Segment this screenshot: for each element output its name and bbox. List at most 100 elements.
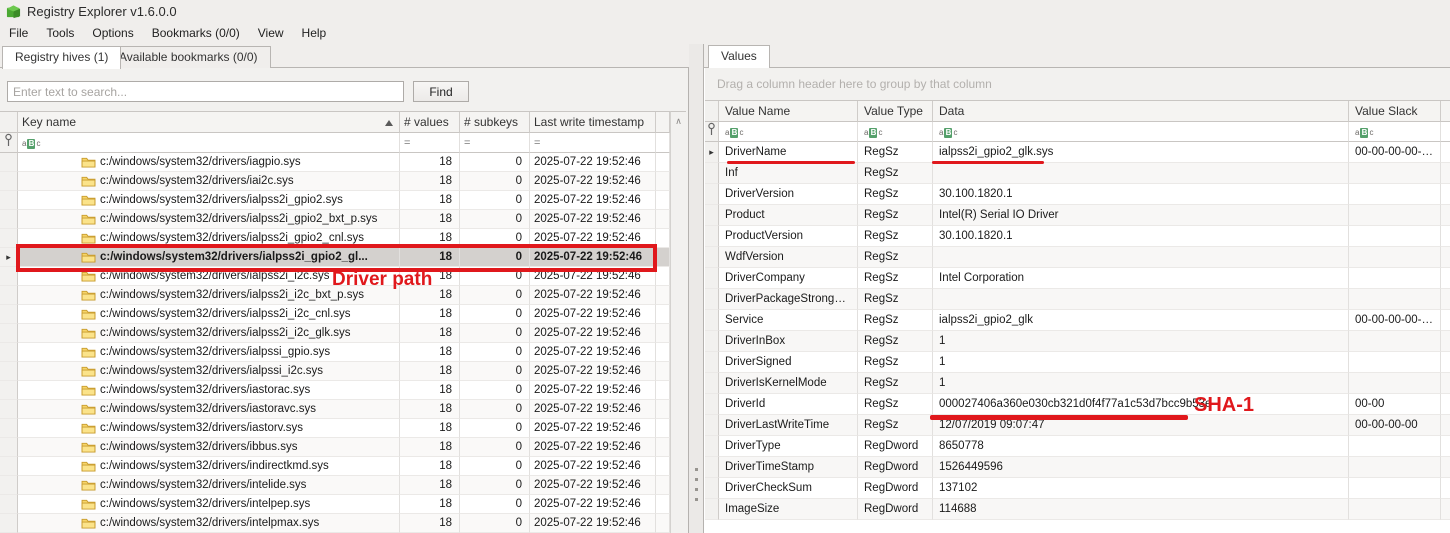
key-name-cell[interactable]: c:/windows/system32/drivers/ialpss2i_gpi… — [18, 248, 400, 267]
value-row[interactable]: DriverTimeStampRegDword1526449596 — [705, 457, 1450, 478]
value-row[interactable]: WdfVersionRegSz — [705, 247, 1450, 268]
value-row[interactable]: ServiceRegSzialpss2i_gpio2_glk00-00-00-0… — [705, 310, 1450, 331]
menu-item-bookmarks[interactable]: Bookmarks (0/0) — [143, 24, 249, 42]
data-cell[interactable]: 1 — [933, 331, 1349, 352]
value-name-cell[interactable]: DriverInBox — [719, 331, 858, 352]
num-subkeys-cell[interactable]: 0 — [460, 457, 530, 476]
value-row[interactable]: DriverIsKernelModeRegSz1 — [705, 373, 1450, 394]
menu-item-options[interactable]: Options — [83, 24, 142, 42]
num-subkeys-cell[interactable]: 0 — [460, 286, 530, 305]
value-name-cell[interactable]: Service — [719, 310, 858, 331]
value-slack-cell[interactable] — [1349, 457, 1441, 478]
data-cell[interactable]: 12/07/2019 09:07:47 — [933, 415, 1349, 436]
data-cell[interactable]: Intel Corporation — [933, 268, 1349, 289]
col-num-values[interactable]: # values — [400, 112, 460, 133]
key-name-cell[interactable]: c:/windows/system32/drivers/intelide.sys — [18, 476, 400, 495]
num-values-cell[interactable]: 18 — [400, 457, 460, 476]
num-values-cell[interactable]: 18 — [400, 419, 460, 438]
menu-item-view[interactable]: View — [249, 24, 293, 42]
filter-data[interactable]: aBc — [933, 122, 1349, 142]
last-write-cell[interactable]: 2025-07-22 19:52:46 — [530, 324, 656, 343]
value-slack-cell[interactable] — [1349, 184, 1441, 205]
tree-row[interactable]: c:/windows/system32/drivers/ialpss2i_gpi… — [0, 191, 670, 210]
data-cell[interactable]: 1526449596 — [933, 457, 1349, 478]
tree-row[interactable]: c:/windows/system32/drivers/ialpssi_gpio… — [0, 343, 670, 362]
value-name-cell[interactable]: DriverVersion — [719, 184, 858, 205]
key-name-cell[interactable]: c:/windows/system32/drivers/ialpssi_gpio… — [18, 343, 400, 362]
value-row[interactable]: DriverInBoxRegSz1 — [705, 331, 1450, 352]
value-name-cell[interactable]: DriverTimeStamp — [719, 457, 858, 478]
value-name-cell[interactable]: DriverType — [719, 436, 858, 457]
key-name-cell[interactable]: c:/windows/system32/drivers/ialpss2i_gpi… — [18, 210, 400, 229]
num-values-cell[interactable]: 18 — [400, 153, 460, 172]
search-input[interactable] — [7, 81, 404, 102]
key-name-cell[interactable]: c:/windows/system32/drivers/iagpio.sys — [18, 153, 400, 172]
panel-splitter[interactable] — [689, 44, 704, 533]
last-write-cell[interactable]: 2025-07-22 19:52:46 — [530, 514, 656, 533]
value-row[interactable]: InfRegSz — [705, 163, 1450, 184]
last-write-cell[interactable]: 2025-07-22 19:52:46 — [530, 267, 656, 286]
value-slack-cell[interactable] — [1349, 478, 1441, 499]
value-row[interactable]: DriverIdRegSz000027406a360e030cb321d0f4f… — [705, 394, 1450, 415]
value-slack-cell[interactable] — [1349, 268, 1441, 289]
last-write-cell[interactable]: 2025-07-22 19:52:46 — [530, 229, 656, 248]
num-subkeys-cell[interactable]: 0 — [460, 476, 530, 495]
value-slack-cell[interactable] — [1349, 163, 1441, 184]
data-cell[interactable]: 114688 — [933, 499, 1349, 520]
value-row[interactable]: ProductVersionRegSz30.100.1820.1 — [705, 226, 1450, 247]
data-cell[interactable]: 30.100.1820.1 — [933, 226, 1349, 247]
value-name-cell[interactable]: DriverSigned — [719, 352, 858, 373]
value-type-cell[interactable]: RegSz — [858, 205, 933, 226]
value-type-cell[interactable]: RegSz — [858, 163, 933, 184]
tree-row-selected[interactable]: ▸c:/windows/system32/drivers/ialpss2i_gp… — [0, 248, 670, 267]
filter-value-type[interactable]: aBc — [858, 122, 933, 142]
value-name-cell[interactable]: WdfVersion — [719, 247, 858, 268]
value-name-cell[interactable]: Product — [719, 205, 858, 226]
menu-item-help[interactable]: Help — [293, 24, 336, 42]
num-subkeys-cell[interactable]: 0 — [460, 172, 530, 191]
scroll-up-icon[interactable]: ∧ — [671, 112, 686, 127]
value-slack-cell[interactable] — [1349, 352, 1441, 373]
data-cell[interactable]: 000027406a360e030cb321d0f4f77a1c53d7bcc9… — [933, 394, 1349, 415]
num-subkeys-cell[interactable]: 0 — [460, 495, 530, 514]
value-row[interactable]: DriverSignedRegSz1 — [705, 352, 1450, 373]
value-row[interactable]: DriverCheckSumRegDword137102 — [705, 478, 1450, 499]
key-name-cell[interactable]: c:/windows/system32/drivers/iastoravc.sy… — [18, 400, 400, 419]
value-type-cell[interactable]: RegSz — [858, 184, 933, 205]
num-values-cell[interactable]: 18 — [400, 210, 460, 229]
num-subkeys-cell[interactable]: 0 — [460, 248, 530, 267]
last-write-cell[interactable]: 2025-07-22 19:52:46 — [530, 362, 656, 381]
value-slack-cell[interactable]: 00-00 — [1349, 394, 1441, 415]
last-write-cell[interactable]: 2025-07-22 19:52:46 — [530, 381, 656, 400]
num-subkeys-cell[interactable]: 0 — [460, 381, 530, 400]
find-button[interactable]: Find — [413, 81, 469, 102]
value-name-cell[interactable]: DriverCheckSum — [719, 478, 858, 499]
value-name-cell[interactable]: ProductVersion — [719, 226, 858, 247]
tree-row[interactable]: c:/windows/system32/drivers/iagpio.sys18… — [0, 153, 670, 172]
col-value-type[interactable]: Value Type — [858, 101, 933, 122]
menu-item-file[interactable]: File — [0, 24, 37, 42]
num-subkeys-cell[interactable]: 0 — [460, 514, 530, 533]
num-values-cell[interactable]: 18 — [400, 286, 460, 305]
num-subkeys-cell[interactable]: 0 — [460, 419, 530, 438]
num-values-cell[interactable]: 18 — [400, 495, 460, 514]
value-row[interactable]: DriverPackageStrongNa...RegSz — [705, 289, 1450, 310]
num-values-cell[interactable]: 18 — [400, 343, 460, 362]
num-subkeys-cell[interactable]: 0 — [460, 210, 530, 229]
col-num-subkeys[interactable]: # subkeys — [460, 112, 530, 133]
key-name-cell[interactable]: c:/windows/system32/drivers/iai2c.sys — [18, 172, 400, 191]
filter-num-values[interactable]: = — [400, 133, 460, 153]
tree-row[interactable]: c:/windows/system32/drivers/ialpss2i_i2c… — [0, 305, 670, 324]
value-slack-cell[interactable] — [1349, 247, 1441, 268]
data-cell[interactable] — [933, 247, 1349, 268]
value-name-cell[interactable]: DriverPackageStrongNa... — [719, 289, 858, 310]
key-name-cell[interactable]: c:/windows/system32/drivers/ialpssi_i2c.… — [18, 362, 400, 381]
tree-row[interactable]: c:/windows/system32/drivers/intelide.sys… — [0, 476, 670, 495]
value-type-cell[interactable]: RegSz — [858, 415, 933, 436]
key-name-cell[interactable]: c:/windows/system32/drivers/iastorv.sys — [18, 419, 400, 438]
filter-last-write[interactable]: = — [530, 133, 656, 153]
last-write-cell[interactable]: 2025-07-22 19:52:46 — [530, 400, 656, 419]
value-type-cell[interactable]: RegSz — [858, 352, 933, 373]
data-cell[interactable]: Intel(R) Serial IO Driver — [933, 205, 1349, 226]
value-slack-cell[interactable]: 00-00-00-00 — [1349, 415, 1441, 436]
